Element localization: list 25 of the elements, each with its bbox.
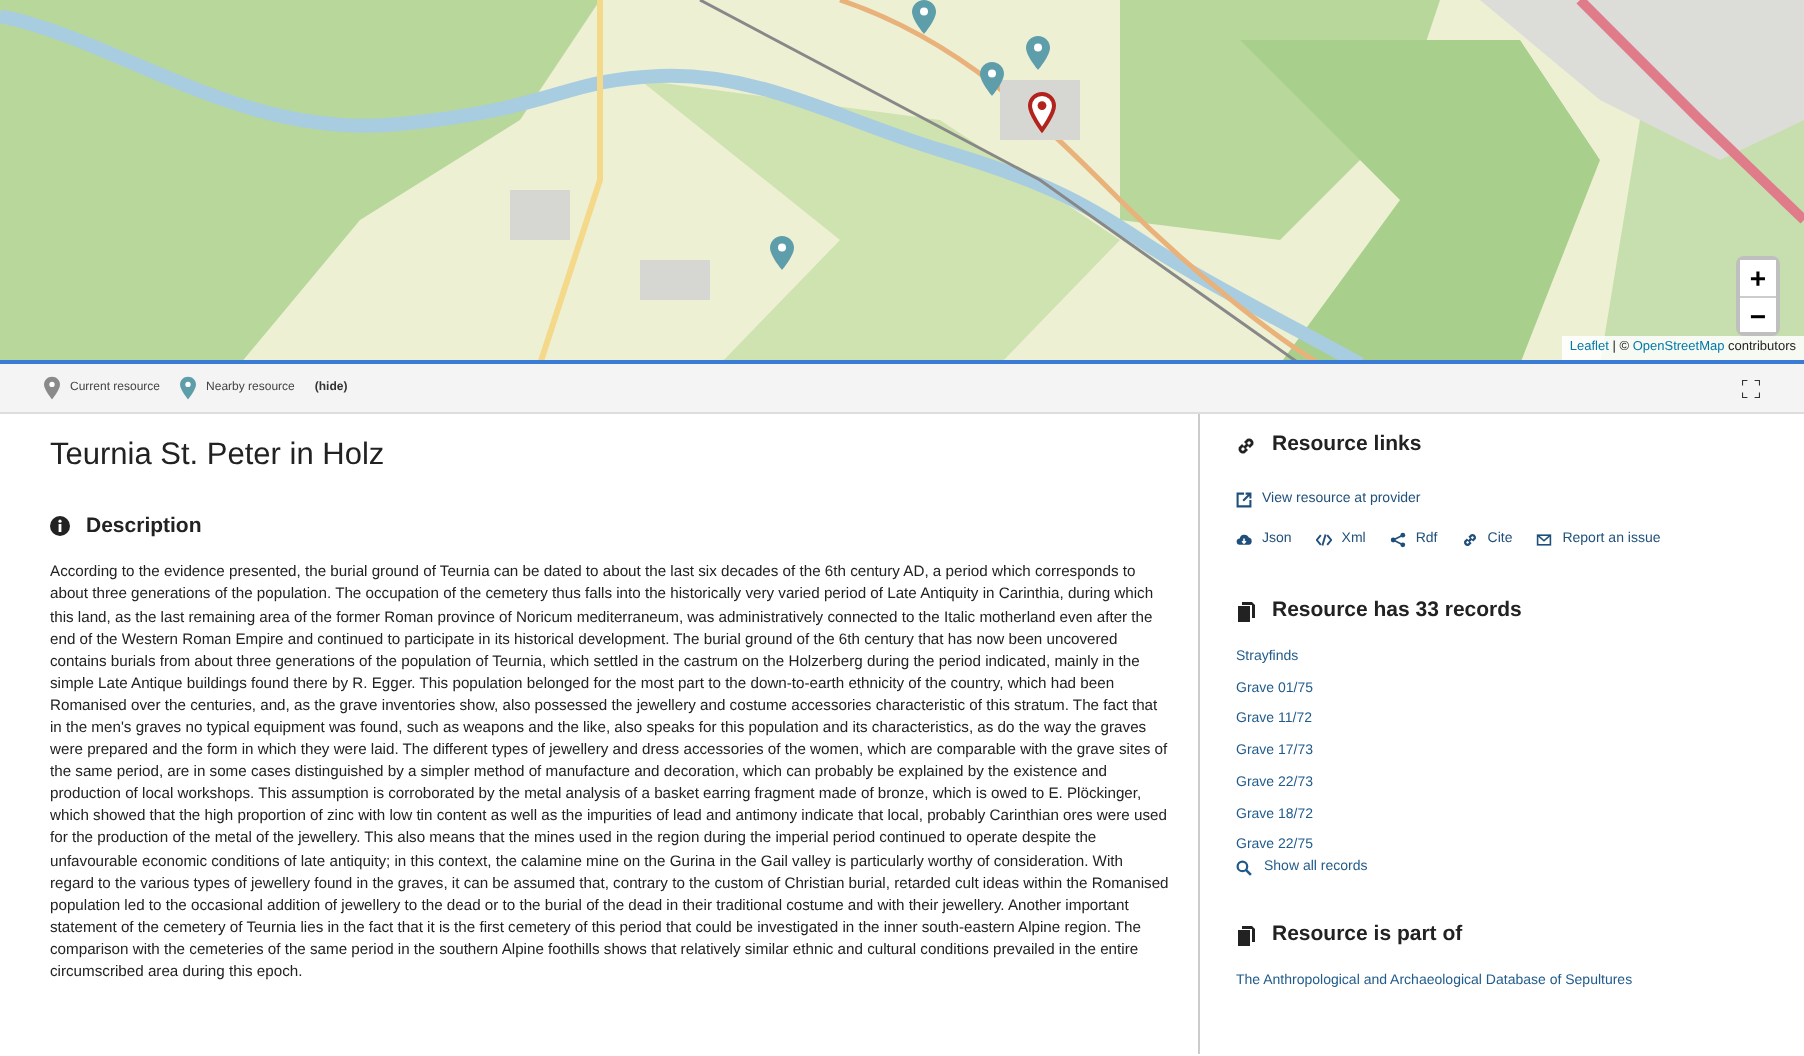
section-heading: Description xyxy=(86,511,202,542)
documents-icon xyxy=(1236,602,1256,623)
documents-icon xyxy=(1236,926,1256,947)
zoom-out-button[interactable]: − xyxy=(1740,296,1776,332)
map-marker-icon[interactable] xyxy=(1026,36,1050,70)
section-heading: Resource has 33 records xyxy=(1272,596,1522,627)
info-icon xyxy=(50,516,70,537)
fullscreen-icon[interactable] xyxy=(1742,379,1760,397)
search-icon xyxy=(1236,860,1252,877)
external-link-icon xyxy=(1236,491,1252,508)
map-marker-icon xyxy=(180,376,197,400)
map-marker-icon[interactable] xyxy=(980,62,1004,96)
link-icon xyxy=(1236,435,1256,456)
section-heading: Resource links xyxy=(1272,430,1422,460)
section-heading: Resource is part of xyxy=(1272,920,1463,951)
cloud-download-icon xyxy=(1236,532,1252,549)
page-title: Teurnia St. Peter in Holz xyxy=(50,438,387,476)
map-marker-icon[interactable] xyxy=(770,236,794,270)
current-marker-icon[interactable] xyxy=(1028,92,1056,132)
code-icon xyxy=(1315,532,1332,549)
map-marker-icon[interactable] xyxy=(912,0,936,34)
link-icon xyxy=(1461,532,1478,549)
share-icon xyxy=(1389,532,1406,549)
current-marker-icon xyxy=(44,376,60,400)
envelope-icon xyxy=(1536,532,1553,549)
